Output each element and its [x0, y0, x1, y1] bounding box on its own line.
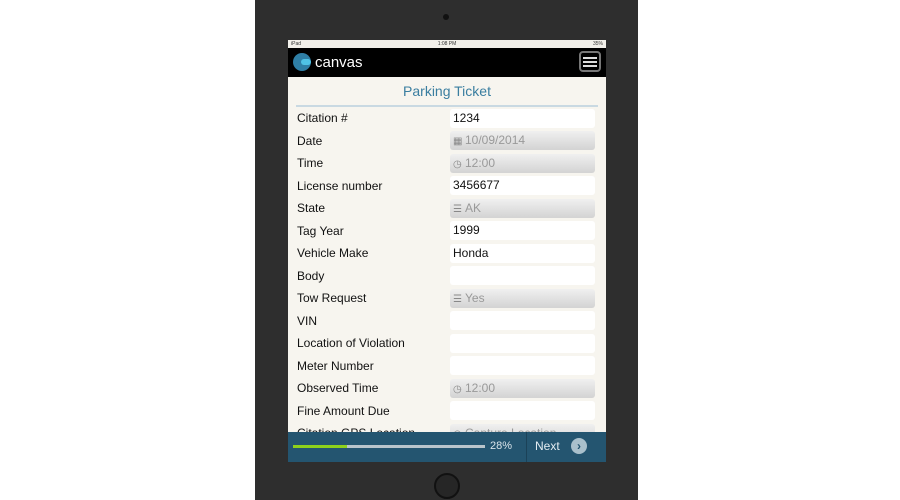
canvas-logo: canvas [293, 53, 363, 71]
form-row: Tow Request ☰ Yes [288, 287, 606, 310]
time-icon: ◷ [453, 383, 462, 395]
progress-fill [293, 445, 347, 448]
license-number-field[interactable]: 3456677 [450, 176, 595, 196]
field-label: License number [297, 178, 383, 193]
field-value: 12:00 [465, 155, 496, 170]
form-row: State ☰ AK [288, 197, 606, 220]
camera [443, 14, 449, 20]
tablet-frame: iPad 1:08 PM 35% canvas Parking Ticket C… [255, 0, 638, 500]
field-label: Observed Time [297, 381, 379, 396]
next-button[interactable]: Next [535, 439, 560, 453]
select-icon: ☰ [453, 203, 462, 215]
progress-bar [293, 445, 485, 448]
meter-number-field[interactable] [450, 356, 595, 376]
select-icon: ☰ [453, 293, 462, 305]
form-row: VIN [288, 310, 606, 333]
footer-bar: 28% Next › [288, 432, 606, 462]
tag-year-field[interactable]: 1999 [450, 221, 595, 241]
form-row: License number 3456677 [288, 175, 606, 198]
location-of-violation-field[interactable] [450, 333, 595, 353]
field-value: Honda [453, 245, 489, 260]
field-value: AK [465, 200, 482, 215]
vehicle-make-field[interactable]: Honda [450, 243, 595, 263]
field-label: Fine Amount Due [297, 403, 390, 418]
form-row: Body [288, 265, 606, 288]
field-value: Yes [465, 290, 485, 305]
form-row: Tag Year 1999 [288, 220, 606, 243]
form-row: Observed Time ◷ 12:00 [288, 377, 606, 400]
field-label: State [297, 201, 326, 216]
progress-label: 28% [490, 440, 513, 452]
field-label: Meter Number [297, 358, 374, 373]
tow-request-field[interactable]: ☰ Yes [450, 288, 595, 308]
field-label: Vehicle Make [297, 246, 369, 261]
time-icon: ◷ [453, 158, 462, 170]
date-icon: ▦ [453, 136, 463, 148]
form-row: Location of Violation [288, 332, 606, 355]
field-label: Tow Request [297, 291, 367, 306]
form-title: Parking Ticket [296, 77, 598, 107]
citation-field[interactable]: 1234 [450, 108, 595, 128]
status-bar: iPad 1:08 PM 35% [288, 40, 606, 48]
form-row: Vehicle Make Honda [288, 242, 606, 265]
field-value: 1999 [453, 223, 480, 238]
form-row: Date ▦ 10/09/2014 [288, 130, 606, 153]
field-value: 3456677 [453, 178, 500, 193]
vin-field[interactable] [450, 311, 595, 331]
form-row: Meter Number [288, 355, 606, 378]
form-fields: Citation # 1234 Date ▦ 10/09/2014 Time ◷ 12:… [288, 107, 606, 445]
body-field[interactable] [450, 266, 595, 286]
battery: 35% [592, 41, 603, 47]
clock: 1:08 PM [437, 41, 457, 47]
field-value: 1234 [453, 110, 480, 125]
chevron-right-icon[interactable]: › [571, 438, 587, 454]
observed-time-field[interactable]: ◷ 12:00 [450, 378, 595, 398]
time-field[interactable]: ◷ 12:00 [450, 153, 595, 173]
home-button[interactable] [434, 473, 460, 499]
form-row: Fine Amount Due [288, 400, 606, 423]
state-field[interactable]: ☰ AK [450, 198, 595, 218]
field-label: VIN [297, 313, 318, 328]
field-label: Time [297, 156, 324, 171]
app-name: canvas [315, 53, 363, 71]
fine-amount-due-field[interactable] [450, 401, 595, 421]
form-row: Citation # 1234 [288, 107, 606, 130]
menu-button[interactable] [579, 51, 601, 72]
form-row: Time ◷ 12:00 [288, 152, 606, 175]
field-label: Citation # [297, 111, 348, 126]
field-label: Tag Year [297, 223, 344, 238]
field-label: Body [297, 268, 325, 283]
field-label: Date [297, 133, 323, 148]
app-header: canvas [288, 48, 606, 77]
screen: iPad 1:08 PM 35% canvas Parking Ticket C… [288, 40, 606, 462]
divider [526, 432, 527, 462]
field-value: 10/09/2014 [465, 133, 526, 148]
logo-icon [293, 53, 311, 71]
carrier: iPad [291, 41, 302, 47]
date-field[interactable]: ▦ 10/09/2014 [450, 131, 595, 151]
field-value: 12:00 [465, 380, 496, 395]
field-label: Location of Violation [297, 336, 405, 351]
